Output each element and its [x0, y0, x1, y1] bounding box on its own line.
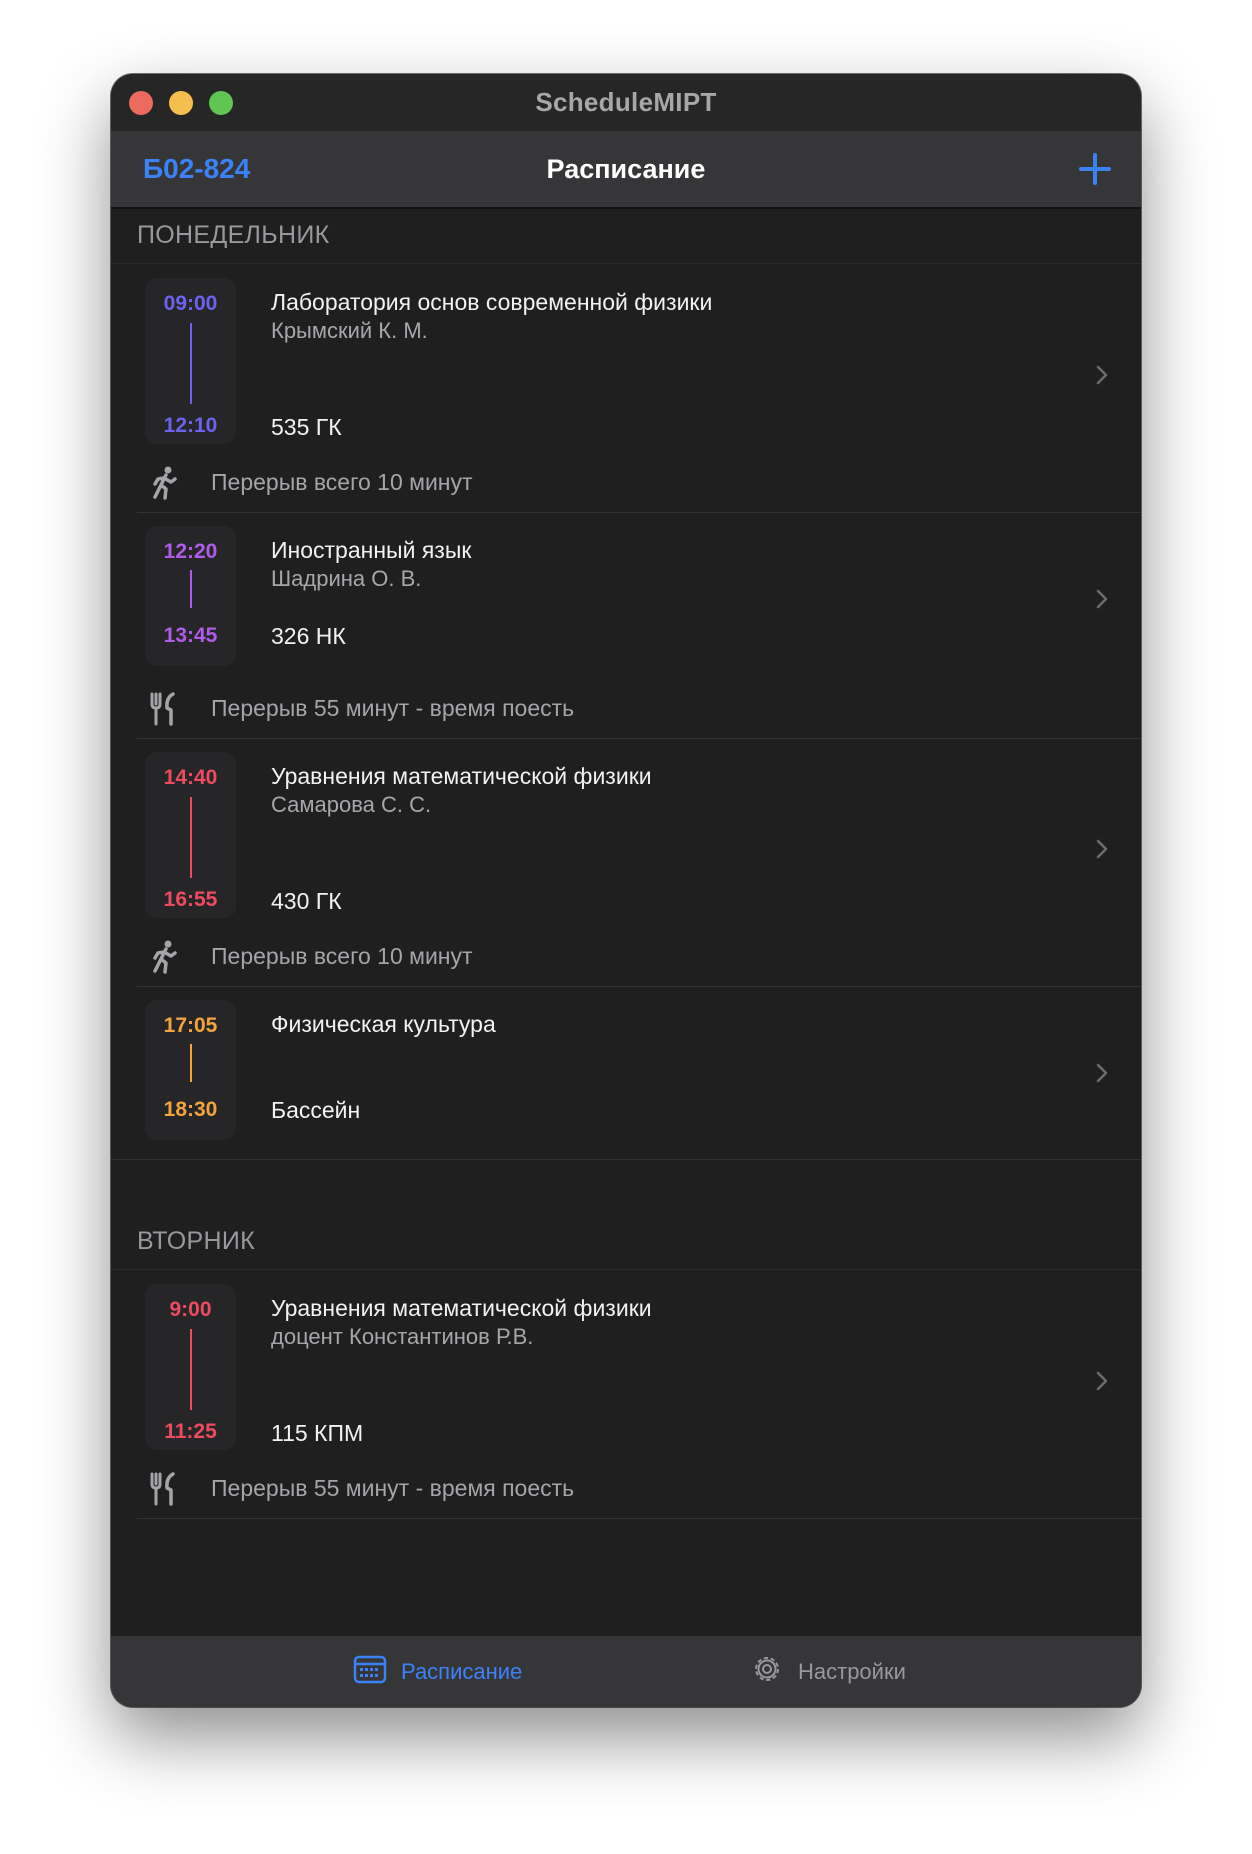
end-time: 18:30 — [163, 1098, 218, 1121]
day-title: ВТОРНИК — [137, 1227, 255, 1255]
add-icon[interactable] — [1079, 153, 1111, 185]
zoom-window-button[interactable] — [209, 91, 233, 115]
fork-knife-icon — [149, 692, 179, 726]
tab-settings[interactable]: Настройки — [750, 1636, 906, 1707]
end-time: 13:45 — [163, 624, 218, 647]
break-text: Перерыв всего 10 минут — [211, 469, 473, 495]
group-select-button[interactable]: Б02-824 — [143, 131, 250, 207]
lesson-subject: Уравнения математической физики — [271, 1295, 652, 1321]
app-window: ScheduleMIPT Б02-824 Расписание ПОНЕДЕЛЬ… — [111, 74, 1141, 1707]
navigation-bar: Б02-824 Расписание — [111, 131, 1141, 209]
lesson-subject: Лаборатория основ современной физики — [271, 289, 713, 315]
fork-knife-icon — [149, 1472, 179, 1506]
window-title: ScheduleMIPT — [535, 87, 717, 117]
start-time: 9:00 — [169, 1298, 212, 1321]
chevron-right-icon — [1091, 1370, 1113, 1392]
lesson-room: 115 КПМ — [271, 1420, 364, 1446]
minimize-window-button[interactable] — [169, 91, 193, 115]
lesson-teacher: Крымский К. М. — [271, 318, 428, 343]
schedule-list[interactable]: ПОНЕДЕЛЬНИК 09:00 12:10 Лаборатория осно… — [111, 209, 1141, 1636]
time-line — [190, 323, 192, 404]
break-text: Перерыв 55 минут - время поесть — [211, 1475, 575, 1501]
lesson-teacher: Шадрина О. В. — [271, 566, 422, 591]
break-row: Перерыв 55 минут - время поесть — [137, 1460, 1141, 1519]
start-time: 14:40 — [163, 766, 218, 789]
gear-icon — [750, 1652, 784, 1692]
time-line — [190, 1329, 192, 1410]
tab-label: Настройки — [798, 1658, 906, 1684]
lesson-room: 326 НК — [271, 623, 346, 649]
chevron-right-icon — [1091, 838, 1113, 860]
lesson-room: Бассейн — [271, 1097, 361, 1123]
lesson-subject: Иностранный язык — [271, 537, 472, 563]
person-running-icon — [149, 466, 179, 500]
lesson-row[interactable]: 9:00 11:25 Уравнения математической физи… — [111, 1270, 1141, 1460]
start-time: 09:00 — [163, 292, 218, 315]
end-time: 11:25 — [164, 1420, 217, 1443]
lesson-subject: Уравнения математической физики — [271, 763, 652, 789]
chevron-right-icon — [1091, 1062, 1113, 1084]
time-range: 9:00 11:25 — [145, 1284, 236, 1450]
tab-bar: Расписание Настройки — [111, 1636, 1141, 1707]
end-time: 16:55 — [163, 888, 218, 911]
lesson-row[interactable]: 09:00 12:10 Лаборатория основ современно… — [111, 264, 1141, 454]
break-row: Перерыв всего 10 минут — [137, 454, 1141, 513]
time-line — [190, 1044, 192, 1082]
time-line — [190, 570, 192, 608]
break-text: Перерыв 55 минут - время поесть — [211, 695, 575, 721]
lesson-row[interactable]: 12:20 13:45 Иностранный язык Шадрина О. … — [111, 512, 1141, 680]
lesson-teacher: доцент Константинов Р.В. — [271, 1324, 534, 1349]
start-time: 12:20 — [163, 540, 218, 563]
title-bar[interactable]: ScheduleMIPT — [111, 74, 1141, 131]
close-window-button[interactable] — [129, 91, 153, 115]
start-time: 17:05 — [163, 1014, 218, 1037]
lesson-teacher: Самарова С. С. — [271, 792, 432, 817]
time-range: 17:05 18:30 — [145, 1000, 236, 1140]
chevron-right-icon — [1091, 588, 1113, 610]
lesson-room: 535 ГК — [271, 414, 342, 440]
break-row: Перерыв 55 минут - время поесть — [137, 680, 1141, 739]
person-running-icon — [149, 940, 179, 974]
time-line — [190, 797, 192, 878]
lesson-subject: Физическая культура — [271, 1011, 496, 1037]
lesson-row[interactable]: 14:40 16:55 Уравнения математической физ… — [111, 738, 1141, 928]
chevron-right-icon — [1091, 364, 1113, 386]
lesson-room: 430 ГК — [271, 888, 342, 914]
time-range: 09:00 12:10 — [145, 278, 236, 444]
time-range: 12:20 13:45 — [145, 526, 236, 666]
day-title: ПОНЕДЕЛЬНИК — [137, 221, 330, 249]
break-row: Перерыв всего 10 минут — [137, 928, 1141, 987]
tab-label: Расписание — [401, 1658, 523, 1684]
page-title: Расписание — [546, 154, 706, 184]
time-range: 14:40 16:55 — [145, 752, 236, 918]
break-text: Перерыв всего 10 минут — [211, 943, 473, 969]
day-header-tuesday: ВТОРНИК — [111, 1215, 1141, 1270]
window-controls — [129, 91, 233, 115]
end-time: 12:10 — [163, 414, 218, 437]
section-divider — [111, 1159, 1141, 1160]
tab-schedule[interactable]: Расписание — [353, 1636, 522, 1707]
day-header-monday: ПОНЕДЕЛЬНИК — [111, 209, 1141, 264]
lesson-row[interactable]: 17:05 18:30 Физическая культура Бассейн — [111, 986, 1141, 1159]
calendar-icon — [353, 1654, 387, 1690]
